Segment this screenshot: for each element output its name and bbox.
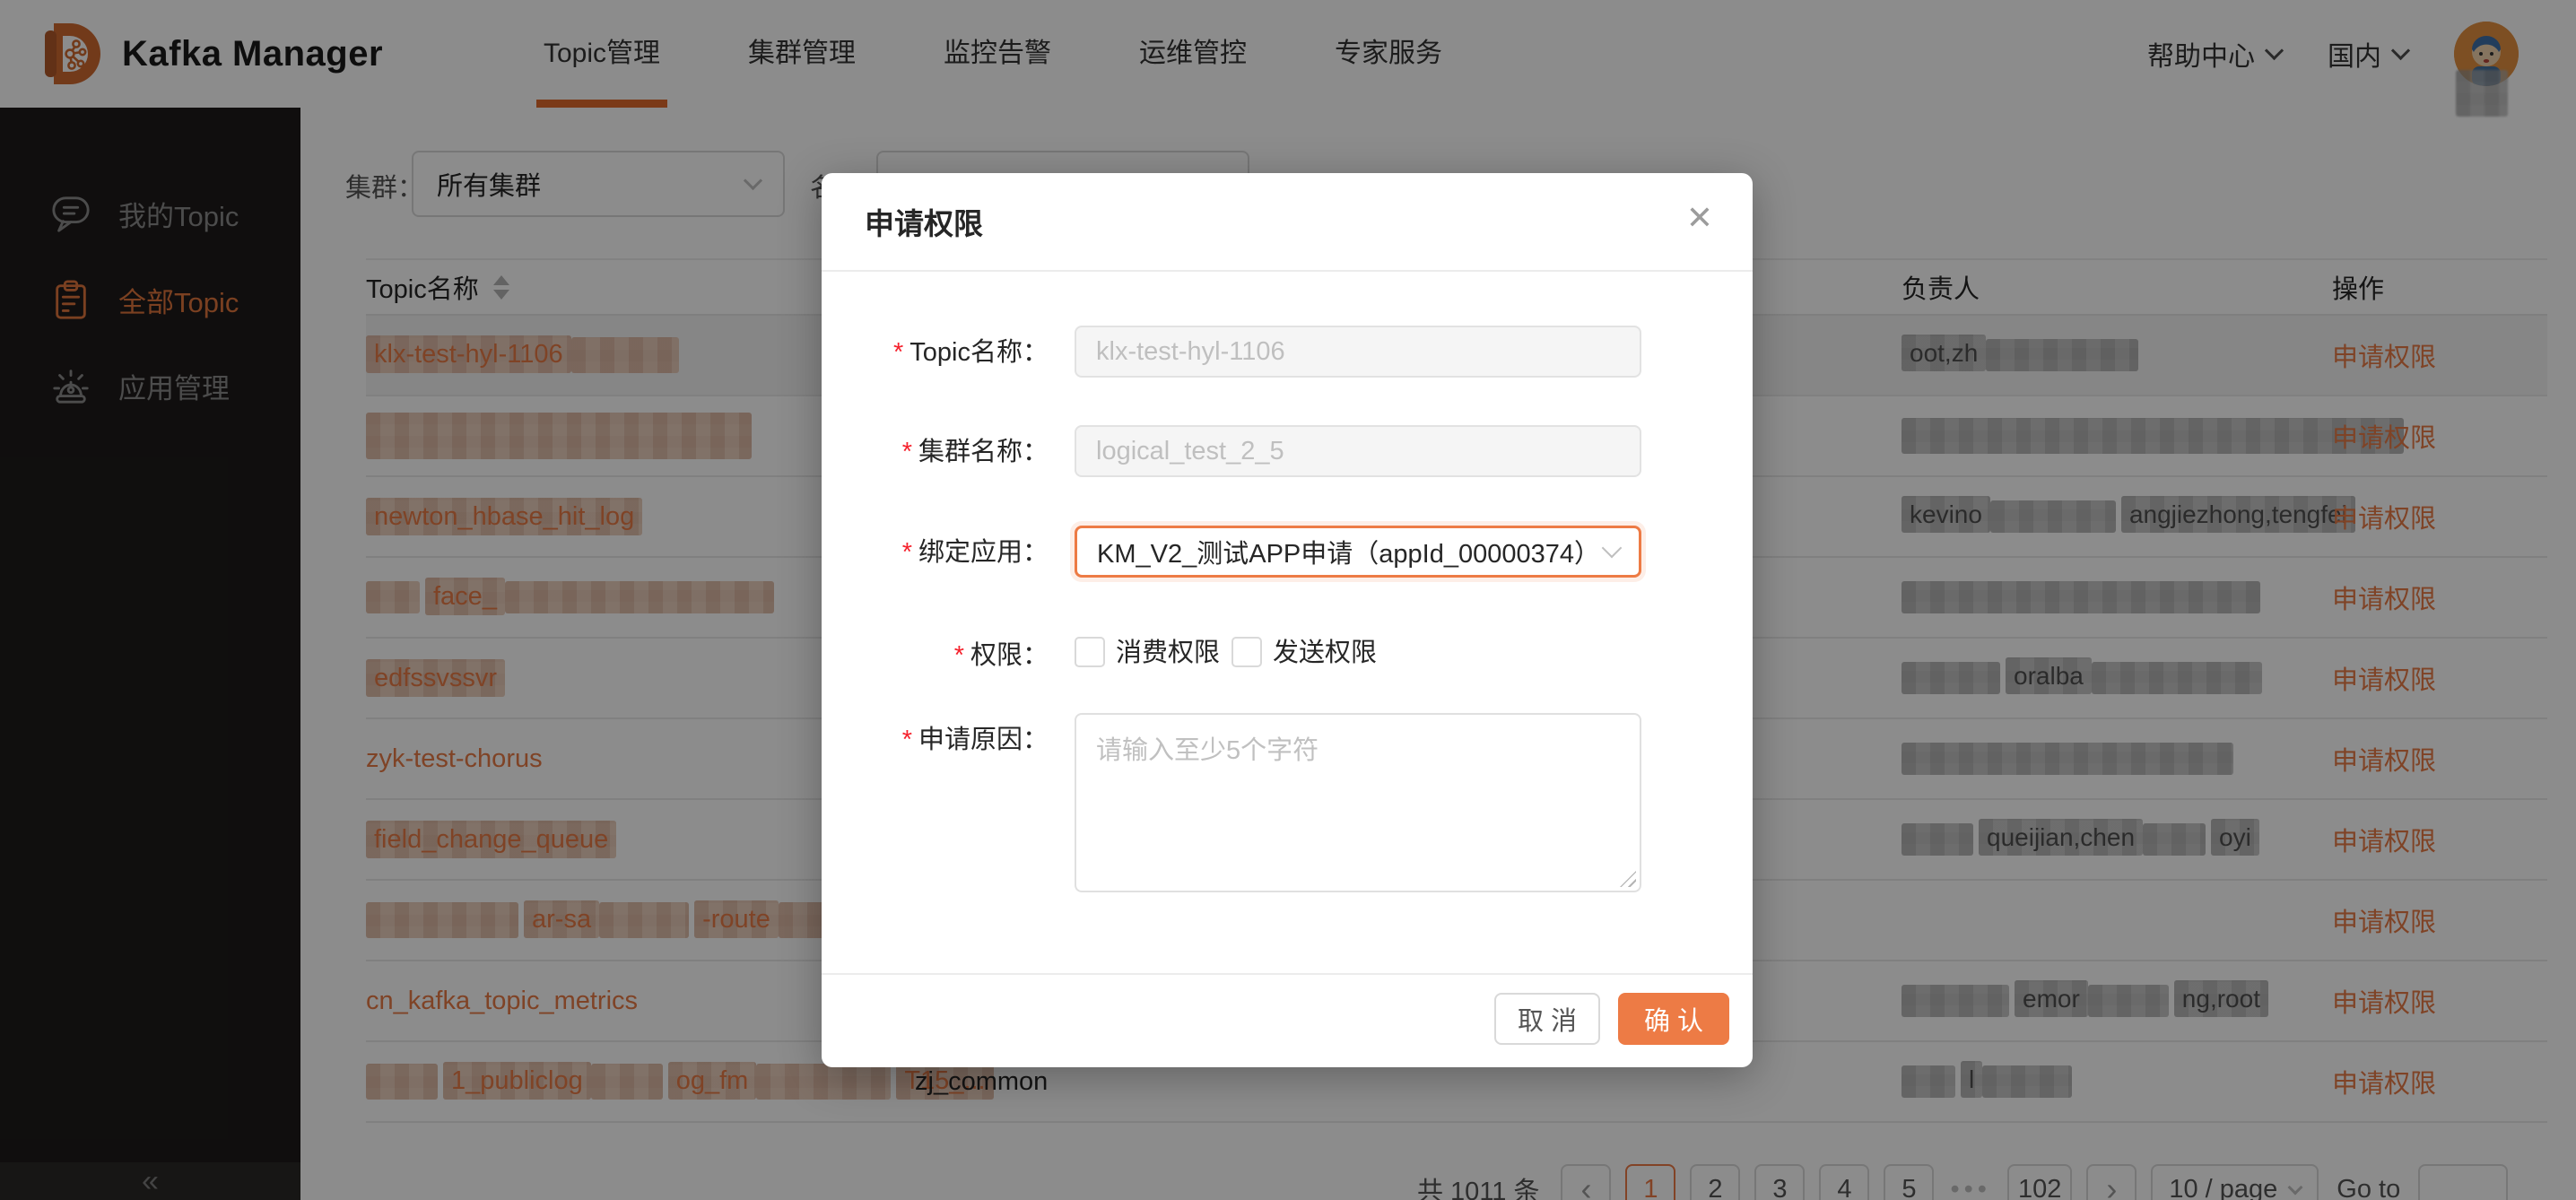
close-icon[interactable]: ✕ xyxy=(1686,202,1713,234)
send-permission-option[interactable]: 发送权限 xyxy=(1273,638,1377,668)
apply-reason-label: *申请原因： xyxy=(822,722,1049,758)
apply-permission-modal: 申请权限 ✕ *Topic名称： klx-test-hyl-1106 *集群名称… xyxy=(822,173,1753,1067)
send-permission-checkbox[interactable] xyxy=(1231,637,1262,667)
bind-app-label: *绑定应用： xyxy=(822,535,1049,570)
permission-label: *权限： xyxy=(822,638,1049,674)
consume-permission-checkbox[interactable] xyxy=(1075,637,1105,667)
cancel-button[interactable]: 取 消 xyxy=(1494,993,1600,1045)
cluster-name-label: *集群名称： xyxy=(822,434,1049,470)
reason-placeholder: 请输入至少5个字符 xyxy=(1096,736,1318,765)
modal-footer: 取 消 确 认 xyxy=(822,973,1753,1067)
bind-app-select[interactable]: KM_V2_测试APP申请（appId_00000374） xyxy=(1075,526,1641,578)
confirm-button[interactable]: 确 认 xyxy=(1618,993,1729,1045)
cluster-name-input: logical_test_2_5 xyxy=(1075,425,1641,477)
modal-body: *Topic名称： klx-test-hyl-1106 *集群名称： logic… xyxy=(822,272,1753,973)
modal-title: 申请权限 xyxy=(865,200,983,243)
modal-header: 申请权限 ✕ xyxy=(822,173,1753,272)
consume-permission-option[interactable]: 消费权限 xyxy=(1116,638,1220,668)
chevron-down-icon xyxy=(1602,538,1623,559)
topic-name-label: *Topic名称： xyxy=(822,335,1049,370)
resize-handle[interactable] xyxy=(1620,871,1636,887)
topic-name-input: klx-test-hyl-1106 xyxy=(1075,326,1641,378)
apply-reason-textarea[interactable]: 请输入至少5个字符 xyxy=(1075,713,1641,892)
app-root: Kafka Manager Topic管理集群管理监控告警运维管控专家服务 帮助… xyxy=(0,0,2576,1200)
bind-app-value: KM_V2_测试APP申请（appId_00000374） xyxy=(1097,533,1600,570)
